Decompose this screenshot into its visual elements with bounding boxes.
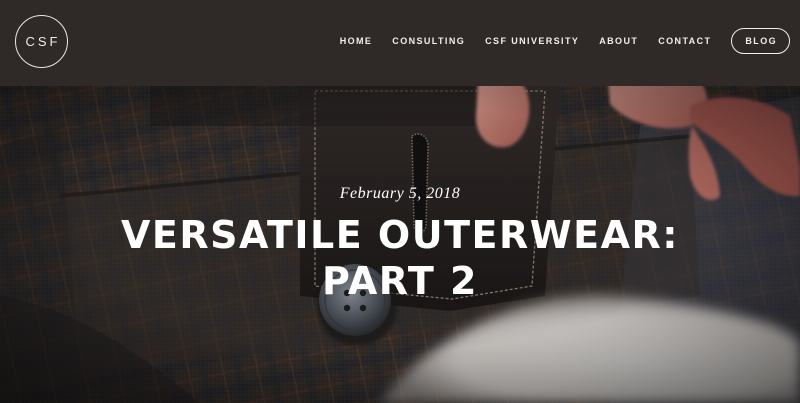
hero-text: February 5, 2018 VERSATILE OUTERWEAR: PA… bbox=[0, 86, 800, 403]
nav-contact[interactable]: CONTACT bbox=[658, 36, 711, 46]
post-title: VERSATILE OUTERWEAR: PART 2 bbox=[121, 213, 679, 303]
nav-home[interactable]: HOME bbox=[340, 36, 373, 46]
main-nav: HOME CONSULTING CSF UNIVERSITY ABOUT CON… bbox=[340, 0, 790, 82]
nav-consulting[interactable]: CONSULTING bbox=[392, 36, 465, 46]
page: CSF HOME CONSULTING CSF UNIVERSITY ABOUT… bbox=[0, 0, 800, 403]
nav-about[interactable]: ABOUT bbox=[599, 36, 638, 46]
nav-blog-button[interactable]: BLOG bbox=[731, 28, 790, 54]
post-date: February 5, 2018 bbox=[339, 185, 461, 202]
logo-link[interactable]: CSF bbox=[15, 15, 68, 68]
nav-csf-university[interactable]: CSF UNIVERSITY bbox=[485, 36, 579, 46]
hero-banner: February 5, 2018 VERSATILE OUTERWEAR: PA… bbox=[0, 86, 800, 403]
site-header: CSF HOME CONSULTING CSF UNIVERSITY ABOUT… bbox=[0, 0, 800, 86]
